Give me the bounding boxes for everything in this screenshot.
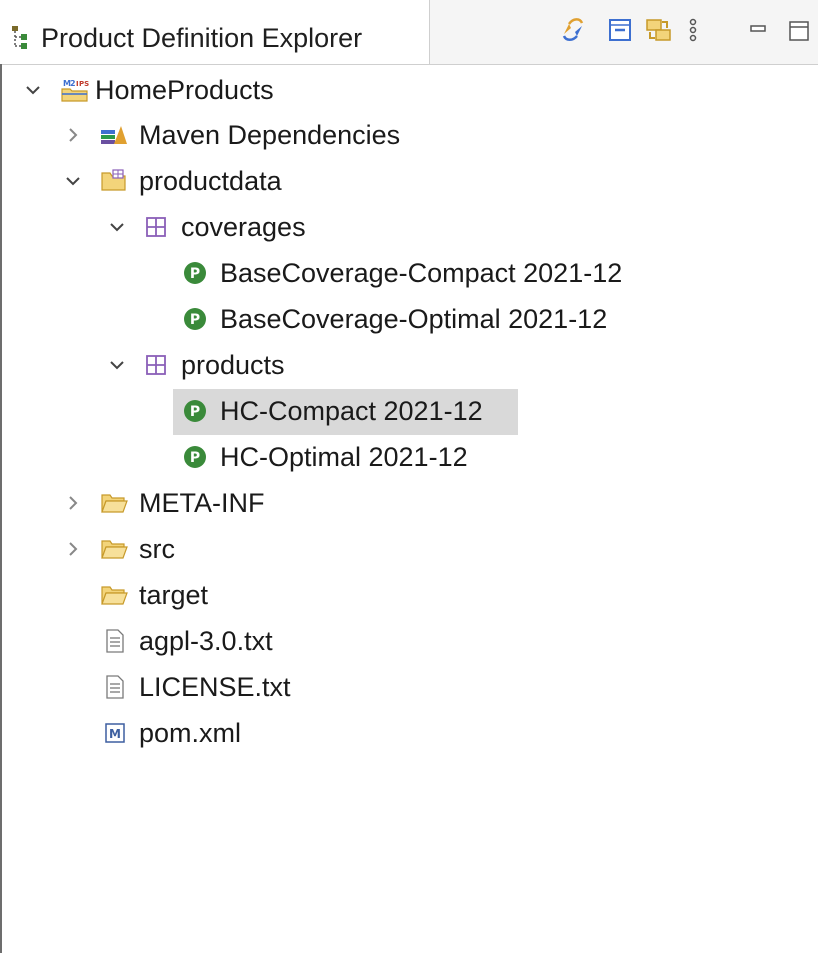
sync-icon[interactable] [556,12,590,48]
tree-item-productdata[interactable]: productdata [0,159,320,205]
tree-item-label: products [181,350,285,380]
tree-item-maven-dependencies[interactable]: Maven Dependencies [0,113,440,159]
explorer-tree-icon [10,25,30,51]
svg-text:M: M [109,727,121,741]
library-icon [100,122,127,148]
tree-item-target[interactable]: target [0,573,320,619]
tree-item-label: pom.xml [139,718,242,748]
tree-item-product-cmpt[interactable]: P HC-Optimal 2021-12 [0,435,520,481]
source-folder-icon [100,168,126,194]
chevron-down-icon[interactable] [64,172,82,190]
tree-item-label: HC-Optimal 2021-12 [220,442,468,472]
tree-item-meta-inf[interactable]: META-INF [0,481,320,527]
link-with-editor-icon[interactable] [642,12,676,48]
tree-item-product-cmpt[interactable]: P BaseCoverage-Optimal 2021-12 [0,297,607,343]
project-icon: M 2 I PS [60,77,89,103]
view-title: Product Definition Explorer [41,23,363,53]
view-tab-strip: Product Definition Explorer [0,0,818,65]
product-definition-explorer-view: Product Definition Explorer M 2 I PS Hom… [0,0,818,953]
text-file-icon [104,674,130,700]
svg-text:2: 2 [70,79,76,88]
tree-item-label: productdata [139,166,282,196]
tree-item-coverages[interactable]: coverages [0,205,340,251]
maven-pom-icon: M [104,720,130,746]
view-menu-icon[interactable] [676,12,710,48]
folder-icon [100,582,128,608]
folder-icon [100,536,128,562]
product-cmpt-icon: P [182,444,208,470]
chevron-right-icon[interactable] [64,494,82,512]
tree-item-label: HC-Compact 2021-12 [220,396,483,426]
maximize-icon[interactable] [784,12,818,48]
tree-item-products[interactable]: products [0,343,340,389]
chevron-down-icon[interactable] [24,81,42,99]
product-cmpt-icon: P [182,398,208,424]
svg-text:P: P [190,266,200,282]
tree-item-label: Maven Dependencies [139,120,401,150]
svg-text:P: P [190,450,200,466]
tree-item-label: coverages [181,212,306,242]
svg-text:P: P [190,312,200,328]
chevron-down-icon[interactable] [108,356,126,374]
tree-item-homeproducts[interactable]: M 2 I PS HomeProducts [0,68,320,114]
tree-item-label: src [139,534,175,564]
tree-item-label: target [139,580,209,610]
chevron-right-icon[interactable] [64,126,82,144]
package-icon [143,214,169,240]
chevron-down-icon[interactable] [108,218,126,236]
tree-item-file[interactable]: M pom.xml [0,711,320,757]
package-icon [143,352,169,378]
folder-icon [100,490,128,516]
tree-item-src[interactable]: src [0,527,320,573]
tree-item-product-cmpt[interactable]: P BaseCoverage-Compact 2021-12 [0,251,622,297]
product-cmpt-icon: P [182,260,208,286]
minimize-icon[interactable] [744,12,778,48]
tree-item-file[interactable]: agpl-3.0.txt [0,619,320,665]
tree-item-label: BaseCoverage-Compact 2021-12 [220,258,623,288]
tree-item-product-cmpt-selected[interactable]: P HC-Compact 2021-12 [0,389,520,435]
tree-item-label: META-INF [139,488,265,518]
tree-item-label: HomeProducts [95,75,274,105]
tree-item-label: BaseCoverage-Optimal 2021-12 [220,304,608,334]
collapse-all-icon[interactable] [604,12,638,48]
tree-item-file[interactable]: LICENSE.txt [0,665,320,711]
tree-item-label: LICENSE.txt [139,672,291,702]
product-cmpt-icon: P [182,306,208,332]
svg-text:PS: PS [79,80,89,88]
svg-text:P: P [190,404,200,420]
chevron-right-icon[interactable] [64,540,82,558]
view-tab[interactable]: Product Definition Explorer [0,0,430,64]
text-file-icon [104,628,130,654]
tree-item-label: agpl-3.0.txt [139,626,273,656]
